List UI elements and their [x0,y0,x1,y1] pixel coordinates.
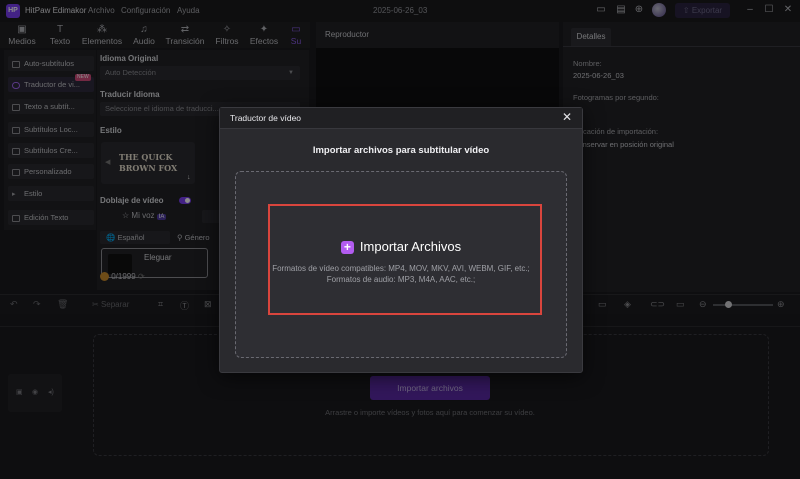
audio-formats-text: Formatos de audio: MP3, M4A, AAC, etc.; [326,275,476,284]
import-files-button[interactable]: + Importar Archivos [220,239,582,255]
dialog-header: Traductor de vídeo ✕ [220,108,582,129]
dialog-title: Traductor de vídeo [230,113,302,123]
video-translator-dialog: Traductor de vídeo ✕ Importar archivos p… [219,107,583,373]
dialog-subtitle: Importar archivos para subtitular vídeo [312,145,490,156]
close-icon[interactable]: ✕ [560,110,574,124]
highlight-box [268,204,542,315]
plus-icon: + [340,241,354,255]
import-files-label: Importar Archivos [359,239,462,254]
video-formats-text: Formatos de vídeo compatibles: MP4, MOV,… [272,264,530,273]
